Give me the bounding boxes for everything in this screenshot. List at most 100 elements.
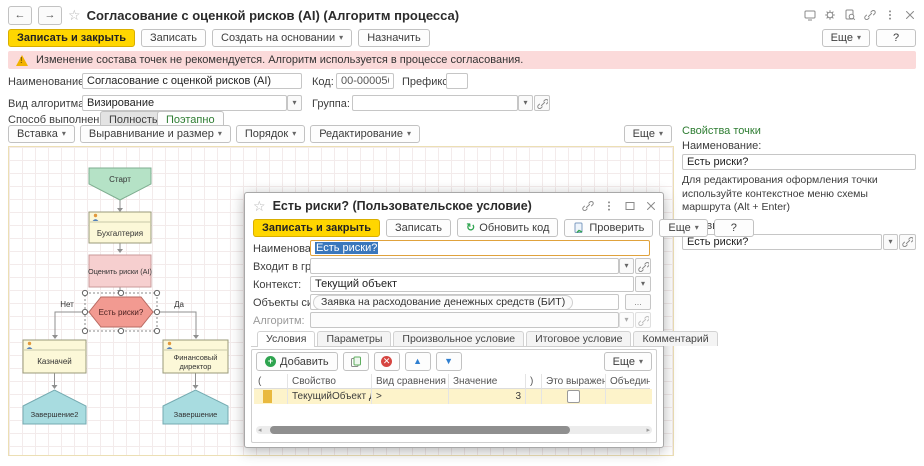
cell-value: 3 xyxy=(449,389,526,404)
scrollbar-thumb[interactable] xyxy=(270,426,570,434)
gear-icon[interactable] xyxy=(824,9,836,21)
dialog-save-button[interactable]: Записать xyxy=(386,219,451,237)
dlg-name-input[interactable]: Есть риски? xyxy=(310,240,650,256)
close-icon[interactable] xyxy=(645,200,657,212)
tab-comment[interactable]: Комментарий xyxy=(633,331,717,346)
col-property[interactable]: Свойство xyxy=(288,374,372,389)
condition-link-button[interactable] xyxy=(899,234,916,250)
move-up-button[interactable]: ▲ xyxy=(405,352,431,371)
group-input[interactable] xyxy=(352,95,518,111)
back-button[interactable]: ← xyxy=(8,6,32,25)
col-close-paren[interactable]: ) xyxy=(526,374,542,389)
search-document-icon[interactable] xyxy=(844,9,856,21)
editing-menu-button[interactable]: Редактирование▾ xyxy=(310,125,420,143)
group-link-button[interactable] xyxy=(534,95,550,111)
dlg-group-input[interactable] xyxy=(310,258,619,274)
insert-menu-button[interactable]: Вставка▾ xyxy=(8,125,75,143)
node-treasurer[interactable]: Казначей xyxy=(23,340,86,373)
save-and-close-button[interactable]: Записать и закрыть xyxy=(8,29,135,47)
algorithm-kind-dropdown-button[interactable]: ▾ xyxy=(287,95,302,111)
monitor-icon[interactable] xyxy=(804,9,816,21)
col-comparison[interactable]: Вид сравнения xyxy=(372,374,449,389)
node-accounting[interactable]: Бухгалтерия xyxy=(89,212,151,243)
update-code-button[interactable]: ↻Обновить код xyxy=(457,218,558,237)
check-button[interactable]: Проверить xyxy=(564,219,653,237)
page-title: Согласование с оценкой рисков (AI) (Алго… xyxy=(87,8,460,23)
dlg-context-dropdown-button[interactable]: ▾ xyxy=(635,276,651,292)
chevron-down-icon: ▾ xyxy=(339,34,343,42)
node-condition[interactable]: Есть риски? xyxy=(82,290,159,333)
scroll-left-icon[interactable]: ◂ xyxy=(256,427,264,434)
node-financial-director[interactable]: Финансовый директор xyxy=(163,340,228,373)
col-value[interactable]: Значение xyxy=(449,374,526,389)
dlg-group-dropdown-button[interactable]: ▾ xyxy=(619,258,634,274)
dlg-group-link-button[interactable] xyxy=(635,258,651,274)
code-input[interactable] xyxy=(336,73,394,89)
create-based-on-button[interactable]: Создать на основании▾ xyxy=(212,29,352,47)
group-dropdown-button[interactable]: ▾ xyxy=(518,95,533,111)
col-union[interactable]: Объединение с xyxy=(606,374,650,389)
tab-custom-condition[interactable]: Произвольное условие xyxy=(393,331,524,346)
table-more-button[interactable]: Еще▾ xyxy=(604,352,652,371)
name-input[interactable] xyxy=(82,73,302,89)
maximize-icon[interactable] xyxy=(624,200,636,212)
tab-conditions[interactable]: Условия xyxy=(257,331,315,347)
node-start[interactable]: Старт xyxy=(89,168,151,200)
algorithm-kind-input[interactable] xyxy=(82,95,287,111)
kebab-menu-icon[interactable] xyxy=(603,200,615,212)
cell-property: ТекущийОбъект Доп... xyxy=(288,389,372,404)
link-icon[interactable] xyxy=(864,9,876,21)
node-end2[interactable]: Завершение2 xyxy=(23,390,86,424)
col-is-expression[interactable]: Это выражение xyxy=(542,374,606,389)
dlg-objects-field[interactable]: Заявка на расходование денежных средств … xyxy=(310,294,619,310)
conditions-toolbar: +Добавить ✕ ▲ ▼ Еще▾ xyxy=(256,353,652,370)
condition-dropdown-button[interactable]: ▾ xyxy=(883,234,898,250)
node-end[interactable]: Завершение xyxy=(163,390,228,424)
save-button[interactable]: Записать xyxy=(141,29,206,47)
dialog-save-and-close-button[interactable]: Записать и закрыть xyxy=(253,219,380,237)
dlg-algorithm-link-button[interactable] xyxy=(635,312,651,328)
add-row-button[interactable]: +Добавить xyxy=(256,352,338,371)
table-row[interactable]: ТекущийОбъект Доп... > 3 xyxy=(254,389,652,404)
close-icon[interactable] xyxy=(904,9,916,21)
node-assess-risks[interactable]: Оценить риски (AI) xyxy=(88,255,152,287)
dialog-help-button[interactable]: ? xyxy=(714,219,754,237)
col-open-paren[interactable]: ( xyxy=(254,374,288,389)
copy-row-button[interactable] xyxy=(343,352,369,371)
selected-text: Есть риски? xyxy=(315,242,378,254)
assign-button[interactable]: Назначить xyxy=(358,29,430,47)
canvas-more-button[interactable]: Еще▾ xyxy=(624,125,672,143)
warning-text: Изменение состава точек не рекомендуется… xyxy=(36,54,523,66)
check-label: Проверить xyxy=(589,222,644,234)
dlg-algorithm-input[interactable] xyxy=(310,312,619,328)
delete-row-button[interactable]: ✕ xyxy=(374,352,400,371)
horizontal-scrollbar[interactable]: ◂ ▸ xyxy=(256,426,652,434)
forward-button[interactable]: → xyxy=(38,6,62,25)
kebab-menu-icon[interactable] xyxy=(884,9,896,21)
more-button[interactable]: Еще▾ xyxy=(822,29,870,47)
scroll-right-icon[interactable]: ▸ xyxy=(644,427,652,434)
dialog-more-button[interactable]: Еще▾ xyxy=(659,219,707,237)
prefix-input[interactable] xyxy=(446,73,468,89)
tab-final-condition[interactable]: Итоговое условие xyxy=(526,331,631,346)
dlg-algorithm-dropdown-button[interactable]: ▾ xyxy=(619,312,634,328)
move-down-button[interactable]: ▼ xyxy=(436,352,462,371)
dialog-command-bar: Записать и закрыть Записать ↻Обновить ко… xyxy=(253,218,657,237)
expression-checkbox[interactable] xyxy=(567,390,580,403)
chevron-down-icon: ▾ xyxy=(523,99,527,107)
help-button[interactable]: ? xyxy=(876,29,916,47)
add-row-label: Добавить xyxy=(280,356,329,368)
system-object-pill[interactable]: Заявка на расходование денежных средств … xyxy=(313,295,573,310)
cell-close-paren xyxy=(526,389,542,404)
dlg-context-input[interactable] xyxy=(310,276,634,292)
favorite-star-icon[interactable]: ☆ xyxy=(253,198,266,215)
arrow-down-icon: ▼ xyxy=(444,357,453,366)
align-size-menu-button[interactable]: Выравнивание и размер▾ xyxy=(80,125,231,143)
point-name-input[interactable] xyxy=(682,154,916,170)
order-menu-button[interactable]: Порядок▾ xyxy=(236,125,305,143)
dlg-objects-select-button[interactable]: ... xyxy=(625,294,651,310)
favorite-star-icon[interactable]: ☆ xyxy=(68,7,81,24)
cell-open-paren xyxy=(254,389,288,404)
link-icon[interactable] xyxy=(582,200,594,212)
tab-parameters[interactable]: Параметры xyxy=(317,331,391,346)
